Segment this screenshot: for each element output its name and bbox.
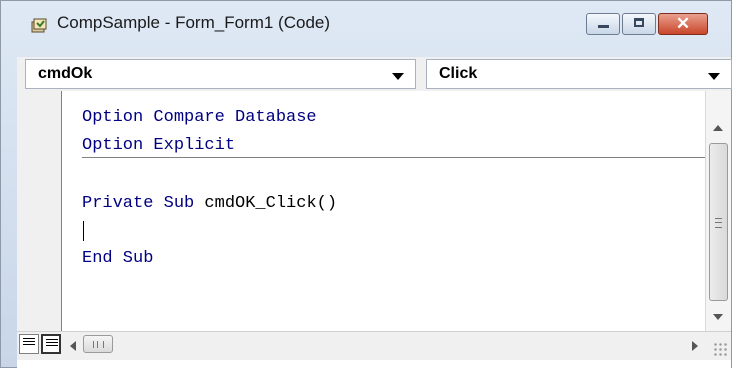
title-bar[interactable]: CompSample - Form_Form1 (Code) ✕	[1, 1, 731, 45]
combo-bar: cmdOk Click	[17, 57, 732, 91]
code-editor: Option Compare Database Option Explicit …	[17, 91, 731, 369]
sub-name: cmdOK_Click()	[204, 194, 338, 213]
scroll-down-icon[interactable]	[713, 314, 723, 320]
code-line-sub-declaration[interactable]: Private Sub cmdOK_Click()	[82, 194, 337, 213]
scroll-right-icon[interactable]	[692, 341, 698, 351]
minimize-button[interactable]	[586, 13, 620, 35]
bottom-bar	[17, 331, 731, 360]
full-module-view-icon	[46, 339, 58, 348]
code-text-area[interactable]: Option Compare Database Option Explicit …	[62, 91, 705, 331]
object-dropdown-value: cmdOk	[38, 65, 93, 82]
code-window: CompSample - Form_Form1 (Code) ✕ cmdOk C…	[0, 0, 732, 369]
margin-indicator-bar[interactable]	[17, 91, 62, 331]
code-line-option-explicit[interactable]: Option Explicit	[82, 136, 235, 155]
horizontal-scroll-thumb[interactable]	[83, 335, 113, 353]
vba-code-window-icon	[31, 18, 47, 33]
procedure-view-button[interactable]	[19, 334, 39, 354]
code-line-option-compare[interactable]: Option Compare Database	[82, 108, 317, 127]
procedure-view-icon	[23, 338, 35, 347]
procedure-separator	[82, 157, 705, 158]
full-module-view-button[interactable]	[41, 334, 61, 354]
sub-keyword: Private Sub	[82, 194, 205, 213]
object-dropdown[interactable]: cmdOk	[25, 59, 416, 89]
chevron-down-icon[interactable]	[708, 73, 720, 80]
close-button[interactable]: ✕	[658, 13, 708, 35]
close-icon: ✕	[675, 14, 691, 33]
scroll-up-icon[interactable]	[713, 125, 723, 131]
scroll-left-icon[interactable]	[70, 341, 76, 351]
grip-icon	[93, 341, 104, 348]
resize-grip-icon[interactable]	[713, 342, 727, 356]
grip-icon	[715, 218, 722, 228]
procedure-dropdown-value: Click	[439, 65, 478, 82]
procedure-dropdown[interactable]: Click	[426, 59, 732, 89]
text-caret	[83, 221, 84, 241]
minimize-icon	[587, 25, 619, 28]
code-line-end-sub[interactable]: End Sub	[82, 249, 153, 268]
window-title: CompSample - Form_Form1 (Code)	[57, 13, 331, 32]
vertical-scrollbar[interactable]	[705, 91, 731, 331]
maximize-button[interactable]	[622, 13, 656, 35]
vertical-scroll-thumb[interactable]	[709, 143, 728, 301]
chevron-down-icon[interactable]	[392, 73, 404, 80]
